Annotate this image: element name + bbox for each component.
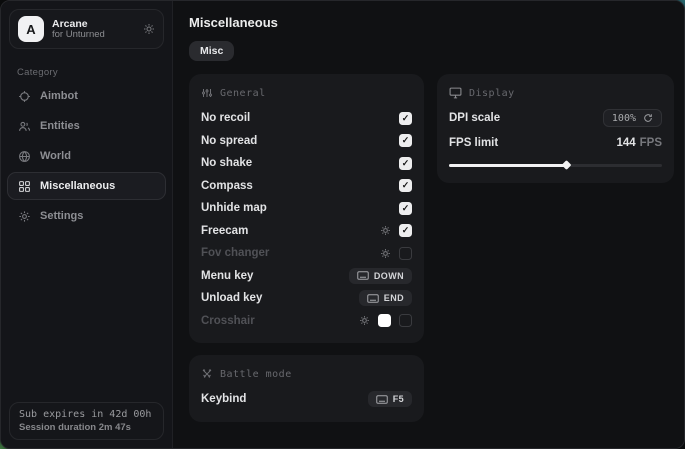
setting-label: Compass bbox=[201, 180, 253, 192]
setting-label: FPS limit bbox=[449, 137, 498, 149]
sliders-icon bbox=[201, 87, 213, 99]
app-title: Arcane bbox=[52, 18, 135, 30]
color-swatch[interactable] bbox=[378, 314, 391, 327]
setting-row-unhide-map: Unhide map ✓ bbox=[201, 197, 412, 220]
sidebar-item-label: Entities bbox=[40, 120, 80, 132]
setting-label: Fov changer bbox=[201, 247, 269, 259]
brand-card: A Arcane for Unturned bbox=[9, 9, 164, 49]
slider-thumb[interactable] bbox=[562, 160, 572, 170]
checkbox[interactable]: ✓ bbox=[399, 112, 412, 125]
tab-bar: Misc bbox=[189, 41, 674, 61]
setting-row-no-spread: No spread ✓ bbox=[201, 130, 412, 153]
setting-row-battle-keybind: Keybind F5 bbox=[201, 388, 412, 411]
section-title-battle-mode: Battle mode bbox=[220, 369, 292, 380]
setting-label: Freecam bbox=[201, 225, 248, 237]
fps-limit-value: 144 bbox=[616, 137, 635, 149]
checkbox[interactable]: ✓ bbox=[399, 134, 412, 147]
setting-label: No shake bbox=[201, 157, 252, 169]
checkbox[interactable]: ✓ bbox=[399, 247, 412, 260]
sidebar: A Arcane for Unturned Category A bbox=[1, 1, 173, 448]
keybind-button[interactable]: DOWN bbox=[349, 268, 412, 284]
setting-label: No recoil bbox=[201, 112, 250, 124]
keyboard-icon bbox=[376, 395, 388, 404]
setting-label: Unhide map bbox=[201, 202, 267, 214]
sidebar-item-world[interactable]: World bbox=[7, 142, 166, 170]
dpi-scale-value: 100% bbox=[612, 113, 636, 124]
category-label: Category bbox=[17, 67, 156, 78]
gear-icon[interactable] bbox=[380, 225, 391, 236]
keybind-button[interactable]: END bbox=[359, 290, 412, 306]
setting-row-menu-key: Menu key DOWN bbox=[201, 265, 412, 288]
checkbox[interactable]: ✓ bbox=[399, 314, 412, 327]
settings-icon bbox=[18, 210, 31, 223]
setting-row-no-shake: No shake ✓ bbox=[201, 152, 412, 175]
battle-mode-card: Battle mode Keybind F5 bbox=[189, 355, 424, 422]
sidebar-item-label: Miscellaneous bbox=[40, 180, 115, 192]
setting-row-unload-key: Unload key END bbox=[201, 287, 412, 310]
setting-label: No spread bbox=[201, 135, 257, 147]
keyboard-icon bbox=[357, 271, 369, 280]
sidebar-item-label: World bbox=[40, 150, 71, 162]
miscellaneous-icon bbox=[18, 180, 31, 193]
app-subtitle: for Unturned bbox=[52, 30, 135, 41]
subscription-status-card: Sub expires in 42d 00h Session duration … bbox=[9, 402, 164, 440]
keybind-button[interactable]: F5 bbox=[368, 391, 412, 407]
sidebar-item-aimbot[interactable]: Aimbot bbox=[7, 82, 166, 110]
app-logo: A bbox=[18, 16, 44, 42]
checkbox[interactable]: ✓ bbox=[399, 202, 412, 215]
general-card: General No recoil ✓ No spread ✓ bbox=[189, 74, 424, 343]
swords-icon bbox=[201, 368, 213, 380]
slider-fill bbox=[449, 164, 566, 167]
display-card: Display DPI scale 100% bbox=[437, 74, 674, 183]
setting-label: Menu key bbox=[201, 270, 253, 282]
setting-label: DPI scale bbox=[449, 112, 500, 124]
setting-label: Unload key bbox=[201, 292, 262, 304]
keybind-value: END bbox=[384, 293, 404, 303]
setting-row-crosshair: Crosshair ✓ bbox=[201, 310, 412, 333]
page-title: Miscellaneous bbox=[189, 15, 674, 30]
setting-row-compass: Compass ✓ bbox=[201, 175, 412, 198]
app-window: A Arcane for Unturned Category A bbox=[0, 0, 685, 449]
section-title-display: Display bbox=[469, 88, 515, 99]
setting-row-freecam: Freecam ✓ bbox=[201, 220, 412, 243]
sidebar-nav: Aimbot Entities World bbox=[1, 82, 172, 230]
sidebar-item-settings[interactable]: Settings bbox=[7, 202, 166, 230]
sub-expiry-text: Sub expires in 42d 00h bbox=[19, 409, 154, 420]
sidebar-item-miscellaneous[interactable]: Miscellaneous bbox=[7, 172, 166, 200]
entities-icon bbox=[18, 120, 31, 133]
gear-icon[interactable] bbox=[380, 248, 391, 259]
setting-row-fps-limit: FPS limit 144 FPS bbox=[449, 132, 662, 155]
setting-label: Keybind bbox=[201, 393, 246, 405]
aimbot-icon bbox=[18, 90, 31, 103]
dpi-scale-button[interactable]: 100% bbox=[603, 109, 662, 127]
main-content: Miscellaneous Misc General bbox=[173, 1, 685, 448]
fps-limit-slider[interactable] bbox=[449, 158, 662, 172]
keyboard-icon bbox=[367, 294, 379, 303]
sidebar-item-entities[interactable]: Entities bbox=[7, 112, 166, 140]
session-duration-text: Session duration 2m 47s bbox=[19, 422, 154, 433]
world-icon bbox=[18, 150, 31, 163]
setting-label: Crosshair bbox=[201, 315, 255, 327]
tab-misc[interactable]: Misc bbox=[189, 41, 234, 61]
setting-row-dpi-scale: DPI scale 100% bbox=[449, 107, 662, 130]
slider-track[interactable] bbox=[449, 164, 662, 167]
brand-gear-icon[interactable] bbox=[143, 23, 155, 35]
monitor-icon bbox=[449, 87, 462, 99]
sidebar-item-label: Settings bbox=[40, 210, 83, 222]
keybind-value: DOWN bbox=[374, 271, 404, 281]
keybind-value: F5 bbox=[393, 394, 404, 404]
fps-limit-unit: FPS bbox=[640, 137, 662, 149]
sidebar-item-label: Aimbot bbox=[40, 90, 78, 102]
checkbox[interactable]: ✓ bbox=[399, 157, 412, 170]
setting-row-fov-changer: Fov changer ✓ bbox=[201, 242, 412, 265]
checkbox[interactable]: ✓ bbox=[399, 224, 412, 237]
setting-row-no-recoil: No recoil ✓ bbox=[201, 107, 412, 130]
checkbox[interactable]: ✓ bbox=[399, 179, 412, 192]
gear-icon[interactable] bbox=[359, 315, 370, 326]
refresh-icon bbox=[643, 113, 653, 123]
section-title-general: General bbox=[220, 88, 266, 99]
